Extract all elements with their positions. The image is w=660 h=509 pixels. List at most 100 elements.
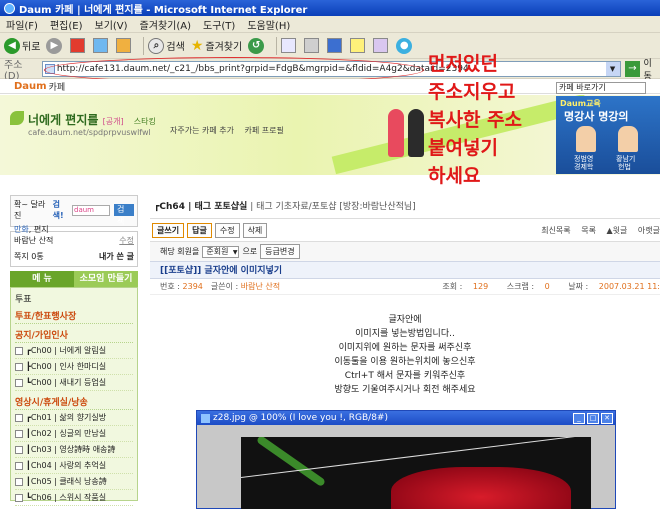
- sidebar-search-input[interactable]: daum: [72, 204, 111, 216]
- board-meta: | 태그 기초자료/포토샵 [방장:바람난산적님]: [250, 202, 416, 212]
- member-grade-row: 해당 회원을 준회원 으로 등급변경: [150, 241, 660, 261]
- list-item[interactable]: ┃Ch02 | 싱글의 만남실: [15, 426, 133, 442]
- mail-button[interactable]: [281, 38, 298, 53]
- cafe-title[interactable]: 너에게 편지를 [공개] 스타킹: [28, 111, 156, 128]
- list-item[interactable]: ┏Ch01 | 삶의 향기실방: [15, 410, 133, 426]
- grade-change-button[interactable]: 등급변경: [260, 244, 300, 259]
- menu-edit[interactable]: 편집(E): [50, 17, 83, 32]
- teacher-subject: 경제학: [574, 163, 594, 171]
- category-video-poem[interactable]: 영상시/휴게실/낭송: [15, 395, 133, 410]
- address-dropdown-icon[interactable]: ▼: [605, 61, 620, 76]
- go-arrow-icon[interactable]: →: [624, 60, 641, 77]
- list-item[interactable]: ┗Ch06 | 스위시 작품실: [15, 490, 133, 506]
- photoshop-canvas[interactable]: [241, 437, 591, 509]
- list-item[interactable]: ┏Ch00 | 너에게 알림실: [15, 343, 133, 359]
- edit-profile-link[interactable]: 수정: [119, 235, 134, 246]
- sidebar-tabs: 메 뉴 소모임 만들기: [10, 271, 138, 287]
- tab-menu[interactable]: 메 뉴: [10, 271, 74, 287]
- menu-file[interactable]: 파일(F): [6, 17, 38, 32]
- board-icon: [15, 477, 23, 486]
- post-body: 글자안에 이미지를 넣는방법입니다.. 이미지위에 원하는 문자를 써주신후 이…: [334, 315, 476, 395]
- history-button[interactable]: ↺: [248, 37, 266, 54]
- photoshop-image-window[interactable]: z28.jpg @ 100% (I love you !, RGB/8#) _ …: [196, 410, 616, 509]
- print-button[interactable]: [304, 38, 321, 53]
- member-grade-select[interactable]: 준회원: [202, 245, 240, 258]
- list-item[interactable]: ┗Ch00 | 새내기 등업실: [15, 375, 133, 391]
- list-item[interactable]: ┣Ch00 | 인사 한마디실: [15, 359, 133, 375]
- sidebar-search-button[interactable]: 검색: [114, 204, 134, 226]
- teacher-subject: 헌법: [618, 163, 631, 171]
- rose-image: [391, 467, 571, 509]
- maximize-icon[interactable]: □: [587, 412, 599, 424]
- menu-view[interactable]: 보기(V): [95, 17, 128, 32]
- cafe-profile-link[interactable]: 카페 프로필: [245, 126, 284, 135]
- word-button[interactable]: [327, 38, 344, 53]
- messenger-button[interactable]: ●: [396, 37, 414, 54]
- recent-list-link[interactable]: 최신목록: [541, 226, 570, 235]
- category-notice[interactable]: 공지/가입인사: [15, 328, 133, 343]
- search-button[interactable]: ⌕ 검색: [148, 37, 185, 54]
- next-post-link[interactable]: 아랫글: [638, 226, 660, 235]
- board-icon: [15, 461, 23, 470]
- user-name[interactable]: 바람난 산적: [14, 235, 53, 246]
- poll-link[interactable]: 투표: [15, 292, 133, 305]
- my-posts-link[interactable]: 내가 쓴 글: [99, 251, 134, 262]
- refresh-button[interactable]: [93, 38, 110, 53]
- board-icon: [15, 445, 23, 454]
- tab-small-group[interactable]: 소모임 만들기: [74, 271, 138, 287]
- ad-title: 명강사 명강의: [564, 110, 629, 123]
- board-name[interactable]: ┏Ch64 | 태그 포토샵실: [154, 202, 247, 212]
- manga-link[interactable]: 만화: [14, 225, 29, 234]
- view-count: 129: [472, 282, 489, 291]
- edit-button[interactable]: 수정: [214, 222, 240, 238]
- back-button[interactable]: ◀ 뒤로: [4, 37, 40, 54]
- list-item[interactable]: ┃Ch04 | 사랑의 추억실: [15, 458, 133, 474]
- board-icon: [15, 413, 23, 422]
- favorite-cafe-link[interactable]: 자주가는 카페 추가: [170, 126, 234, 135]
- note-button[interactable]: [350, 38, 367, 53]
- favorites-button[interactable]: ★ 즐겨찾기: [191, 38, 242, 54]
- board-icon: [15, 493, 23, 502]
- address-label: 주소(D): [4, 59, 23, 82]
- list-link[interactable]: 목록: [581, 226, 596, 235]
- mail-icon: [281, 38, 297, 53]
- minimize-icon[interactable]: _: [573, 412, 585, 424]
- category-poll[interactable]: 투표/한표행사장: [15, 309, 133, 324]
- menu-help[interactable]: 도움말(H): [247, 17, 290, 32]
- post-number: 2394: [182, 282, 203, 291]
- leaf-icon: [10, 111, 24, 125]
- ad-banner[interactable]: Daum교육 명강사 명강의 정범영 황남기 경제학 헌법: [556, 96, 660, 174]
- messenger-icon: ●: [396, 37, 413, 54]
- list-item[interactable]: ┃Ch05 | 클래식 낭송詩: [15, 474, 133, 490]
- photoshop-doc-icon: [201, 413, 210, 423]
- forward-button[interactable]: ▶: [46, 37, 64, 54]
- close-icon[interactable]: ✕: [601, 412, 613, 424]
- stop-button[interactable]: [70, 38, 87, 53]
- prev-post-link[interactable]: ▲윗글: [606, 226, 627, 235]
- menu-bar: 파일(F) 편집(E) 보기(V) 즐겨찾기(A) 도구(T) 도움말(H): [0, 16, 660, 33]
- photoshop-titlebar[interactable]: z28.jpg @ 100% (I love you !, RGB/8#) _ …: [197, 411, 615, 425]
- list-item[interactable]: ┃Ch03 | 영상詩時 애송詩: [15, 442, 133, 458]
- menu-favorites[interactable]: 즐겨찾기(A): [140, 17, 191, 32]
- menu-tools[interactable]: 도구(T): [203, 17, 235, 32]
- favorites-label: 즐겨찾기: [205, 42, 243, 53]
- daum-logo[interactable]: Daum: [14, 81, 47, 92]
- letter-link[interactable]: 편지: [34, 225, 49, 234]
- photoshop-title: z28.jpg @ 100% (I love you !, RGB/8#): [213, 413, 388, 423]
- delete-button[interactable]: 삭제: [242, 222, 268, 238]
- board-icon: [15, 378, 23, 387]
- toolbar-separator: [276, 36, 278, 55]
- stop-icon: [70, 38, 86, 53]
- teacher-photo: [576, 126, 596, 152]
- word-icon: [327, 38, 343, 53]
- forward-arrow-icon: ▶: [46, 37, 63, 54]
- post-author[interactable]: 바람난 산적: [241, 281, 280, 292]
- cafe-jump-select[interactable]: 카페 바로가기: [556, 82, 646, 94]
- reply-button[interactable]: 답글: [187, 222, 212, 238]
- research-button[interactable]: [373, 38, 390, 53]
- go-button[interactable]: 이동: [643, 56, 660, 82]
- star-label[interactable]: 스타킹: [134, 117, 156, 126]
- home-button[interactable]: [116, 38, 133, 53]
- write-button[interactable]: 글쓰기: [152, 222, 185, 238]
- notes-link[interactable]: 쪽지 0통: [14, 251, 44, 262]
